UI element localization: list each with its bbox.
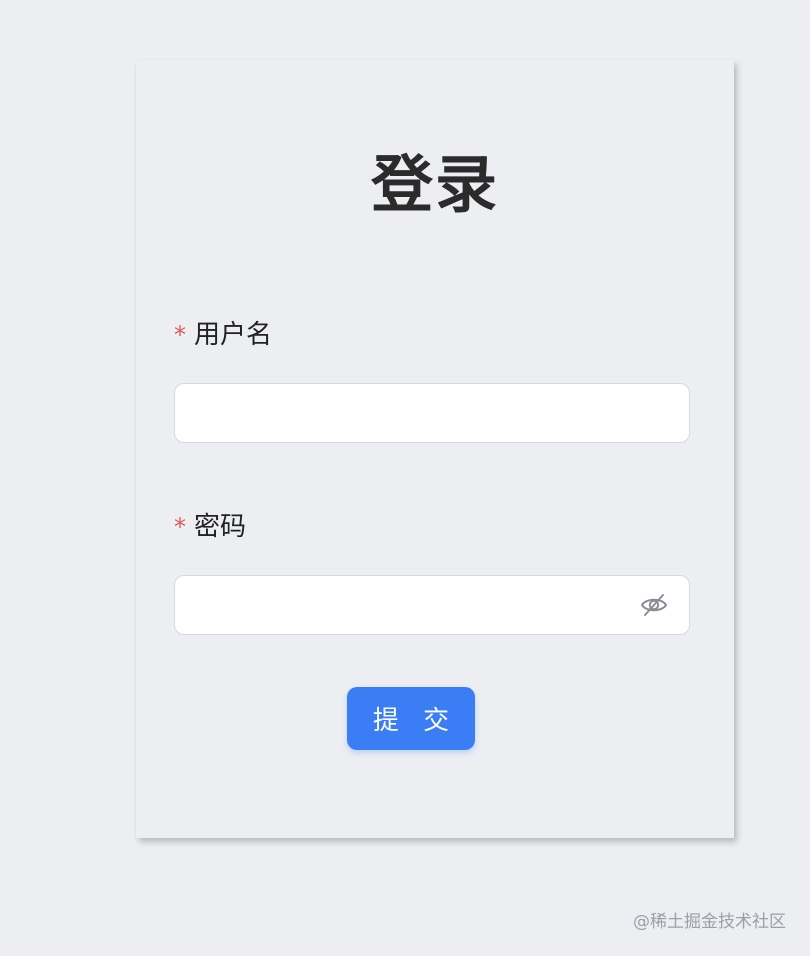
eye-off-icon[interactable] (639, 590, 669, 620)
login-card: 登录 * 用户名 * 密码 提 交 (136, 60, 734, 838)
watermark: @稀土掘金技术社区 (633, 912, 786, 932)
username-label-text: 用户名 (194, 320, 273, 350)
password-input[interactable] (175, 576, 689, 634)
required-mark: * (174, 513, 186, 541)
password-label-text: 密码 (194, 512, 247, 542)
submit-button[interactable]: 提 交 (347, 687, 475, 750)
page-title: 登录 (370, 148, 499, 221)
password-field-container (174, 575, 690, 635)
required-mark: * (174, 321, 186, 349)
username-input[interactable] (175, 384, 689, 442)
username-field-container (174, 383, 690, 443)
username-label: * 用户名 (174, 322, 272, 348)
password-label: * 密码 (174, 514, 246, 540)
